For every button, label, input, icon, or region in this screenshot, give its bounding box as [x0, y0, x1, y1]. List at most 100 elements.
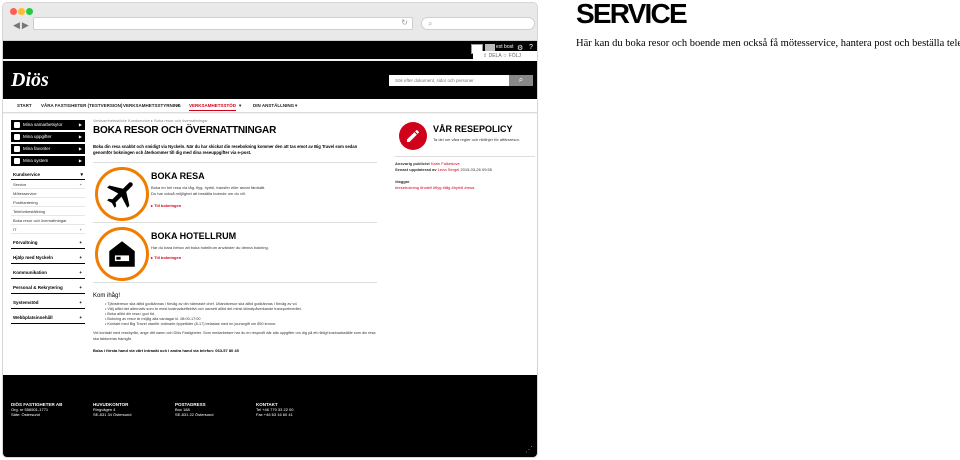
hotel-bed-icon[interactable]: [95, 227, 149, 281]
help-icon[interactable]: ?: [529, 44, 533, 51]
sidebar-section-kundservice[interactable]: Kundservice: [11, 170, 85, 180]
meta-senast-link[interactable]: Lena Sergel: [438, 167, 460, 172]
site-search-input[interactable]: Sök efter dokument, sidor och personer: [389, 75, 509, 86]
site-footer: DIÖS FASTIGHETER AB Org. nr 556501-1771 Sä…: [3, 375, 537, 457]
sidebar-item-telefonbestallning[interactable]: Telefonbeställning: [11, 207, 85, 216]
footer-line: SE-831 34 Östersund: [93, 412, 132, 417]
boka-resa-title: BOKA RESA: [151, 171, 205, 181]
minimize-dot[interactable]: [18, 8, 25, 15]
sidebar-group-webbplats[interactable]: Webbplatsinnehåll: [11, 312, 85, 324]
boka-hotell-link[interactable]: ▸ Till bokningen: [151, 255, 181, 260]
boka-hotell-title: BOKA HOTELLRUM: [151, 231, 237, 241]
meta-date: 2015-03-26 09:55: [460, 167, 492, 172]
close-dot[interactable]: [10, 8, 17, 15]
nav-start[interactable]: START: [17, 103, 32, 108]
sidebar-btn-system[interactable]: Mina system: [11, 156, 85, 166]
list-item-text: Tjänsteresor ska alltid godkännas i förv…: [107, 302, 298, 306]
policy-title[interactable]: VÅR RESEPOLICY: [433, 124, 513, 134]
sidebar-item-motesservice[interactable]: Mötesservice: [11, 189, 85, 198]
sharepoint-bar: ext bost ⚙ ?: [3, 41, 537, 59]
kom-ihag-heading: Kom ihåg!: [93, 293, 121, 299]
star-icon: ☆: [502, 53, 508, 59]
browser-search[interactable]: ⌕: [421, 17, 535, 30]
boka-resa-desc-2: Du har också möjlighet att beställa boen…: [151, 190, 246, 196]
footer-col-hq: HUVUDKONTOR Ringvägen 4 SE-831 34 Östersun…: [93, 402, 131, 417]
footer-line: SE-831 22 Östersund: [175, 412, 214, 417]
user-name[interactable]: ext bost: [496, 44, 514, 50]
sidebar-group-kommunikation[interactable]: Kommunikation: [11, 267, 85, 279]
list-item-text: Bokning av resor är möjlig alla vardagar…: [107, 317, 201, 321]
sidebar-item-it[interactable]: IT: [11, 225, 85, 234]
sidebar-btn-samarbetsytor[interactable]: Mina samarbetsytor: [11, 120, 85, 130]
search-icon[interactable]: ⌕: [509, 75, 533, 86]
site-header: Diös Sök efter dokument, sidor och perso…: [3, 61, 537, 99]
list-item-text: Kontakt med Big Travel utanför ordinarie…: [107, 322, 277, 326]
service-subtitle: Här kan du boka resor och boende men ock…: [576, 38, 960, 49]
browser-chrome: ◀▶ ↻ ⌕: [3, 3, 537, 41]
sidebar-item-posthantering[interactable]: Posthantering: [11, 198, 85, 207]
reminder-list: • Tjänsteresor ska alltid godkännas i fö…: [93, 302, 377, 327]
tags-links[interactable]: #resebokning #hotell #flyg #tåg #hyrbil …: [395, 185, 474, 190]
main-column: Verksamhetsstöd ▸ Kundservice ▸ Boka res…: [93, 118, 377, 353]
sidebar-item-service[interactable]: Service: [11, 180, 85, 189]
service-title: SERVICE: [576, 0, 688, 29]
plane-icon[interactable]: [95, 167, 149, 221]
follow-link[interactable]: FÖLJ: [509, 53, 521, 59]
footer-col-contact: KONTAKT Tel +46 770 33 22 00 Fax +46 63 16…: [256, 402, 293, 417]
list-item-text: Välj alltid det alternativ som är mest k…: [107, 307, 302, 311]
share-icon: ⇪: [483, 53, 488, 59]
footer-line: Säte: Östersund: [11, 412, 40, 417]
sidebar-item-boka-resor[interactable]: Boka resor och övernattningar: [11, 216, 85, 225]
sidebar: Mina samarbetsytor Mina uppgifter Mina f…: [11, 120, 85, 324]
list-item-text: Boka alltid din resa i god tid.: [107, 312, 155, 316]
main-nav: START VÅRA FASTIGHETER (TESTVERSION) VER…: [3, 99, 537, 113]
policy-desc: Ta del om våra regler och riktlinjer för…: [433, 137, 520, 142]
meta-senast-label: Senast uppdaterad av: [395, 167, 437, 172]
sidebar-btn-favoriter[interactable]: Mina favoriter: [11, 144, 85, 154]
maximize-dot[interactable]: [26, 8, 33, 15]
chevron-down-icon: ▾: [177, 103, 180, 108]
meta-tags: #taggar #resebokning #hotell #flyg #tåg #…: [395, 179, 535, 191]
meta-ansvarig-link[interactable]: Karin Falkedove: [431, 161, 460, 166]
nav-anstallning[interactable]: DIN ANSTÄLLNING: [253, 103, 294, 108]
boka-resa-link[interactable]: ▸ Till bokningen: [151, 203, 181, 208]
phone-note: Boka i första hand via vårt intranät och…: [93, 348, 239, 353]
footer-col-post: POSTADRESS Box 188 SE-831 22 Östersund: [175, 402, 213, 417]
dios-logo[interactable]: Diös: [11, 69, 49, 92]
footer-line: Fax +46 63 16 60 41: [256, 412, 293, 417]
nav-verksamhetsstod[interactable]: VERKSAMHETSSTÖD: [189, 103, 237, 111]
sidebar-btn-uppgifter[interactable]: Mina uppgifter: [11, 132, 85, 142]
resize-grip-icon[interactable]: ⋰: [525, 445, 533, 454]
meta-senast: Senast uppdaterad av Lena Sergel 2015-03…: [395, 167, 535, 173]
boka-resa-block: BOKA RESA Boka en hel resa via tåg, flyg…: [93, 163, 377, 223]
boka-resa-desc: Boka en hel resa via tåg, flyg, hyrbil, …: [151, 185, 351, 196]
sidebar-group-personal[interactable]: Personal & Rekrytering: [11, 282, 85, 294]
follow-bar: ⇪ DELA ☆ FÖLJ: [473, 51, 537, 61]
contact-text: Vid kontakt med resebyrån, ange ditt nam…: [93, 331, 376, 341]
sidebar-group-systemstod[interactable]: Systemstöd: [11, 297, 85, 309]
meta-tags-label: #taggar: [395, 179, 410, 184]
chevron-down-icon: ▾: [239, 103, 242, 108]
page-meta: Ansvarig publicist Karin Falkedove Senas…: [395, 156, 535, 191]
nav-fastigheter[interactable]: VÅRA FASTIGHETER (TESTVERSION): [41, 103, 122, 108]
browser-window: ◀▶ ↻ ⌕ ext bost ⚙ ? ⇪ DELA ☆ FÖLJ Diös S…: [2, 2, 538, 458]
nav-verksamhetsstyrning[interactable]: VERKSAMHETSSTYRNING: [123, 103, 181, 108]
breadcrumb[interactable]: Verksamhetsstöd ▸ Kundservice ▸ Boka res…: [93, 118, 377, 123]
share-link[interactable]: DELA: [489, 53, 502, 59]
search-icon: ⌕: [428, 19, 433, 28]
footer-col-company: DIÖS FASTIGHETER AB Org. nr 556501-1771 Sä…: [11, 402, 62, 417]
chevron-down-icon: ▾: [295, 103, 298, 108]
reload-icon[interactable]: ↻: [401, 18, 408, 27]
address-bar[interactable]: ↻: [33, 17, 413, 30]
boka-hotell-block: BOKA HOTELLRUM Har du bara behov att bok…: [93, 223, 377, 283]
page-title: BOKA RESOR OCH ÖVERNATTNINGAR: [93, 125, 277, 136]
meta-ansvarig-label: Ansvarig publicist: [395, 161, 430, 166]
page-content: Mina samarbetsytor Mina uppgifter Mina f…: [3, 114, 537, 375]
back-forward-icon[interactable]: ◀▶: [13, 20, 31, 31]
pen-icon[interactable]: [399, 122, 427, 150]
sidebar-group-forvaltning[interactable]: Förvaltning: [11, 237, 85, 249]
sidebar-group-hjalp[interactable]: Hjälp med Nyckeln: [11, 252, 85, 264]
intro-text: Boka din resa snabbt och smidigt via Nyc…: [93, 144, 377, 163]
list-item: • Kontakt med Big Travel utanför ordinar…: [105, 322, 277, 326]
boka-resa-desc-1: Boka en hel resa via tåg, flyg, hyrbil, …: [151, 185, 266, 190]
